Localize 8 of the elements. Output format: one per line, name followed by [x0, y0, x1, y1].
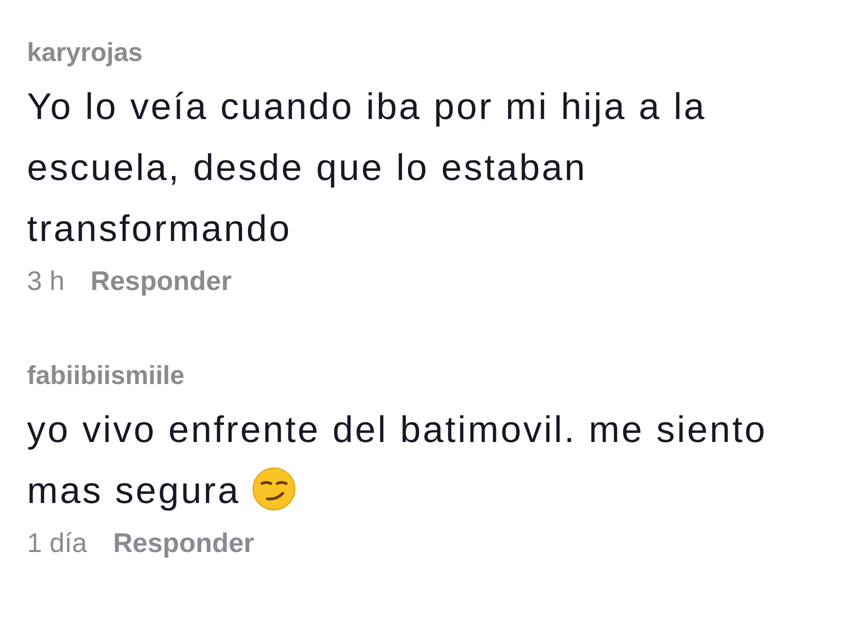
comment-text: Yo lo veía cuando iba por mi hija a la escuela, desde que lo estaban transformando	[27, 85, 708, 251]
reply-link[interactable]: Responder	[90, 259, 232, 303]
username[interactable]: karyrojas	[27, 30, 143, 74]
username[interactable]: fabiibiismiile	[27, 353, 184, 397]
timestamp: 1 día	[27, 527, 88, 560]
timestamp: 3 h	[27, 265, 65, 298]
comment-text: yo vivo enfrente del batimovil. me siento mas segura	[27, 408, 768, 513]
reply-link[interactable]: Responder	[113, 521, 254, 565]
